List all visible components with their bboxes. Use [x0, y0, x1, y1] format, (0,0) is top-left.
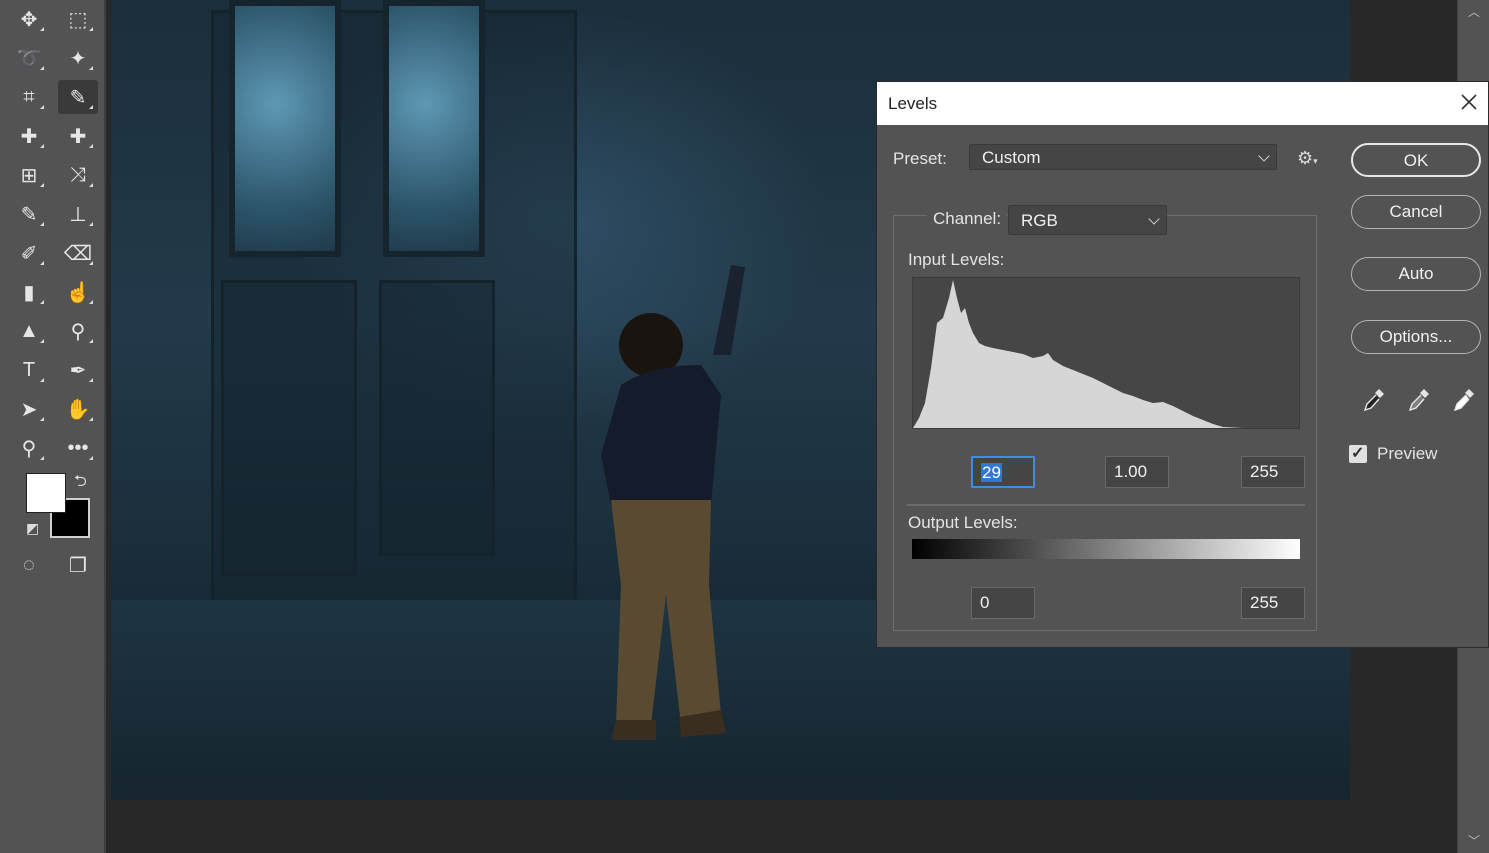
- rectangular-marquee-tool-icon[interactable]: ⬚: [58, 2, 98, 36]
- smudge-tool-icon[interactable]: ☝: [58, 275, 98, 309]
- histogram-graph: [913, 280, 1243, 428]
- tool-group-indicator: [40, 183, 44, 187]
- history-brush-tool-icon[interactable]: ✐: [9, 236, 49, 270]
- output-levels-gradient: [912, 539, 1300, 559]
- door-window-left: [229, 0, 341, 257]
- door-panel-lower-right: [379, 280, 495, 556]
- tool-group-indicator: [89, 378, 93, 382]
- tool-group-indicator: [89, 456, 93, 460]
- clone-stamp-tool-icon[interactable]: ⊥: [58, 197, 98, 231]
- dodge-tool-icon[interactable]: ⚲: [58, 314, 98, 348]
- tool-group-indicator: [89, 144, 93, 148]
- tool-group-indicator: [40, 27, 44, 31]
- preview-checkbox[interactable]: ✓: [1349, 445, 1367, 463]
- preview-label[interactable]: Preview: [1377, 444, 1437, 464]
- tool-group-indicator: [89, 417, 93, 421]
- tool-group-indicator: [40, 456, 44, 460]
- input-black-field[interactable]: 29: [971, 456, 1035, 488]
- tool-group-indicator: [40, 144, 44, 148]
- eyedropper-tool-icon[interactable]: ✎: [58, 80, 98, 114]
- ok-button[interactable]: OK: [1351, 143, 1481, 177]
- white-point-eyedropper-icon[interactable]: [1449, 386, 1477, 414]
- screen-mode-icon[interactable]: ❐: [58, 548, 98, 582]
- tool-group-indicator: [40, 105, 44, 109]
- tool-group-indicator: [40, 300, 44, 304]
- tools-panel: ✥ ⬚ ➰ ✦ ⌗ ✎ ✚ ✚ ⊞ ⤨ ✎ ⊥ ✐ ⌫ ▮ ☝ ▲ ⚲ T ✒ ➤ ✋ ⚲ ••• ◌ ❐ ⮌ ◩: [0, 0, 106, 853]
- chevron-down-icon: [1258, 150, 1270, 162]
- gray-point-eyedropper-icon[interactable]: [1404, 386, 1432, 414]
- black-point-eyedropper-icon[interactable]: [1359, 386, 1387, 414]
- tool-group-indicator: [40, 417, 44, 421]
- sharpen-tool-icon[interactable]: ▲: [9, 314, 49, 348]
- preset-options-gear-icon[interactable]: ⚙▾: [1297, 148, 1318, 169]
- hand-tool-icon[interactable]: ✋: [58, 392, 98, 426]
- auto-button[interactable]: Auto: [1351, 257, 1481, 291]
- move-tool-icon[interactable]: ✥: [9, 2, 49, 36]
- door-panel-lower-left: [221, 280, 357, 576]
- output-levels-label: Output Levels:: [908, 513, 1018, 532]
- dialog-title: Levels: [888, 94, 938, 113]
- quick-mask-mode-icon[interactable]: ◌: [9, 548, 49, 582]
- content-aware-move-tool-icon[interactable]: ⤨: [58, 158, 98, 192]
- preset-value: Custom: [982, 148, 1041, 167]
- gradient-tool-icon[interactable]: ▮: [9, 275, 49, 309]
- preset-label: Preset:: [893, 149, 947, 168]
- tool-group-indicator: [40, 222, 44, 226]
- tool-group-indicator: [89, 300, 93, 304]
- tool-group-indicator: [40, 378, 44, 382]
- door-window-right: [383, 0, 485, 257]
- input-gamma-field[interactable]: 1.00: [1105, 456, 1169, 488]
- channel-select[interactable]: RGB: [1008, 205, 1167, 235]
- content-aware-tool-icon[interactable]: ⊞: [9, 158, 49, 192]
- close-icon[interactable]: [1458, 91, 1480, 113]
- healing-brush-tool-icon[interactable]: ✚: [58, 119, 98, 153]
- lasso-tool-icon[interactable]: ➰: [9, 41, 49, 75]
- more-tools-icon[interactable]: •••: [58, 431, 98, 465]
- output-black-field[interactable]: 0: [971, 587, 1035, 619]
- tool-group-indicator: [89, 339, 93, 343]
- scroll-up-icon[interactable]: ︿: [1468, 3, 1480, 20]
- check-icon: ✓: [1351, 445, 1365, 462]
- channel-value: RGB: [1021, 211, 1058, 230]
- dialog-titlebar[interactable]: Levels: [877, 82, 1488, 125]
- tool-group-indicator: [89, 222, 93, 226]
- zoom-tool-icon[interactable]: ⚲: [9, 431, 49, 465]
- tool-group-indicator: [89, 183, 93, 187]
- swap-colors-icon[interactable]: ⮌: [74, 470, 87, 497]
- magic-wand-tool-icon[interactable]: ✦: [58, 41, 98, 75]
- cancel-button[interactable]: Cancel: [1351, 195, 1481, 229]
- default-colors-icon[interactable]: ◩: [26, 520, 39, 537]
- tool-group-indicator: [40, 339, 44, 343]
- levels-dialog: Levels Preset: Custom ⚙▾ Channel: RGB In…: [876, 81, 1489, 648]
- scroll-down-icon[interactable]: ﹀: [1468, 832, 1480, 849]
- divider: [907, 504, 1305, 506]
- options-button[interactable]: Options...: [1351, 320, 1481, 354]
- tool-group-indicator: [89, 261, 93, 265]
- input-levels-label: Input Levels:: [908, 250, 1005, 269]
- input-white-field[interactable]: 255: [1241, 456, 1305, 488]
- channel-label: Channel:: [927, 209, 1008, 229]
- foreground-color-swatch[interactable]: [26, 473, 66, 513]
- output-white-field[interactable]: 255: [1241, 587, 1305, 619]
- tool-group-indicator: [89, 27, 93, 31]
- eraser-tool-icon[interactable]: ⌫: [58, 236, 98, 270]
- spot-healing-tool-icon[interactable]: ✚: [9, 119, 49, 153]
- brush-tool-icon[interactable]: ✎: [9, 197, 49, 231]
- boy-figure: [601, 265, 745, 740]
- histogram: [912, 277, 1300, 429]
- tool-group-indicator: [40, 66, 44, 70]
- tool-group-indicator: [40, 261, 44, 265]
- pen-tool-icon[interactable]: ✒: [58, 353, 98, 387]
- path-selection-tool-icon[interactable]: ➤: [9, 392, 49, 426]
- preset-select[interactable]: Custom: [969, 144, 1277, 170]
- type-tool-icon[interactable]: T: [9, 353, 49, 387]
- tool-group-indicator: [89, 105, 93, 109]
- tool-group-indicator: [89, 66, 93, 70]
- crop-tool-icon[interactable]: ⌗: [9, 80, 49, 114]
- chevron-down-icon: [1148, 213, 1160, 225]
